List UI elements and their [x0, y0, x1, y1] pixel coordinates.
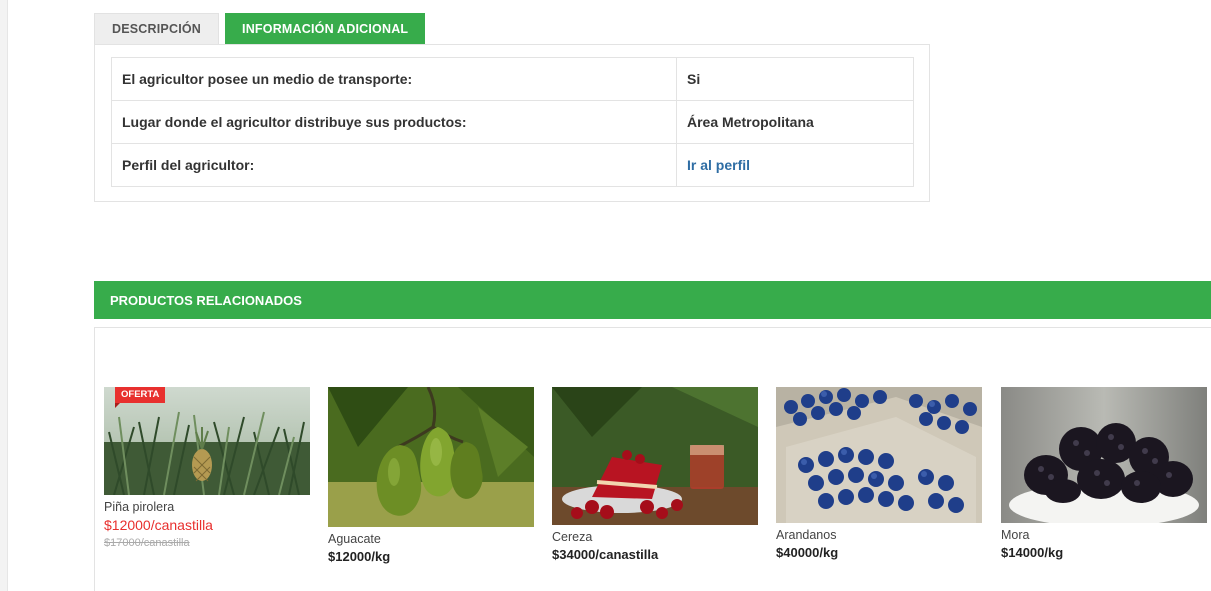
product-card-cereza[interactable]: Cereza $34000/canastilla	[552, 387, 758, 562]
row-value: Si	[676, 57, 914, 101]
product-card-arandanos[interactable]: Arandanos $40000/kg	[776, 387, 982, 560]
product-price: $12000/kg	[328, 549, 391, 564]
row-value: Área Metropolitana	[676, 100, 914, 144]
product-card-pina[interactable]: OFERTA Piña pirolera $12000/canastilla $…	[104, 387, 310, 549]
blueberry-photo	[776, 387, 982, 523]
left-edge-rule	[0, 0, 8, 591]
table-row: El agricultor posee un medio de transpor…	[111, 57, 914, 101]
product-name[interactable]: Arandanos	[776, 528, 982, 542]
related-products-header: PRODUCTOS RELACIONADOS	[94, 281, 1211, 319]
product-tabs: DESCRIPCIÓN INFORMACIÓN ADICIONAL	[94, 13, 426, 44]
product-card-aguacate[interactable]: Aguacate $12000/kg	[328, 387, 534, 564]
product-card-mora[interactable]: Mora $14000/kg	[1001, 387, 1207, 560]
pineapple-plant-photo	[104, 387, 310, 495]
product-image-mora[interactable]	[1001, 387, 1207, 523]
product-price: $14000/kg	[1001, 545, 1064, 560]
table-row: Perfil del agricultor: Ir al perfil	[111, 143, 914, 187]
related-products-title: PRODUCTOS RELACIONADOS	[110, 292, 302, 308]
row-value: Ir al perfil	[676, 143, 914, 187]
product-name[interactable]: Cereza	[552, 530, 758, 544]
product-name[interactable]: Aguacate	[328, 532, 534, 546]
product-price: $40000/kg	[776, 545, 839, 560]
product-name[interactable]: Piña pirolera	[104, 500, 310, 514]
cherry-photo	[552, 387, 758, 525]
additional-info-table: El agricultor posee un medio de transpor…	[111, 57, 914, 187]
row-label: El agricultor posee un medio de transpor…	[111, 57, 677, 101]
tab-description[interactable]: DESCRIPCIÓN	[94, 13, 220, 44]
product-name[interactable]: Mora	[1001, 528, 1207, 542]
blackberry-photo	[1001, 387, 1207, 523]
product-image-cereza[interactable]	[552, 387, 758, 525]
row-label: Perfil del agricultor:	[111, 143, 677, 187]
table-row: Lugar donde el agricultor distribuye sus…	[111, 100, 914, 144]
product-price: $12000/canastilla	[104, 517, 213, 533]
product-price: $34000/canastilla	[552, 547, 659, 562]
sale-badge: OFERTA	[115, 387, 166, 408]
additional-info-panel: El agricultor posee un medio de transpor…	[94, 44, 930, 202]
avocado-photo	[328, 387, 534, 527]
product-image-arandanos[interactable]	[776, 387, 982, 523]
product-image-pina[interactable]: OFERTA	[104, 387, 310, 495]
product-old-price: $17000/canastilla	[104, 537, 190, 549]
row-label: Lugar donde el agricultor distribuye sus…	[111, 100, 677, 144]
product-image-aguacate[interactable]	[328, 387, 534, 527]
tab-additional-info[interactable]: INFORMACIÓN ADICIONAL	[225, 13, 426, 44]
farmer-profile-link[interactable]: Ir al perfil	[687, 157, 750, 173]
